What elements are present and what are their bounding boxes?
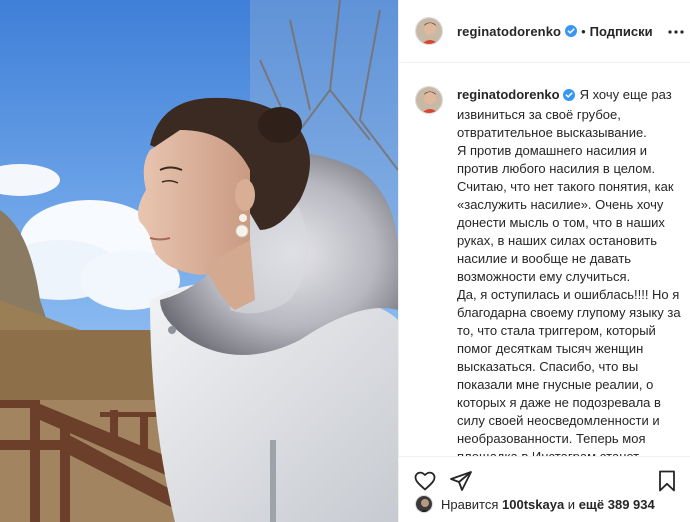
likes-summary[interactable]: Нравится 100tskaya и ещё 389 934 <box>415 494 655 514</box>
photo-woman-in-fur-hood <box>0 0 398 522</box>
following-button[interactable]: Подписки <box>590 24 653 39</box>
paper-plane-icon[interactable] <box>449 469 473 493</box>
verified-badge-icon <box>562 88 575 106</box>
likes-connector: и <box>567 496 576 512</box>
liker-avatar <box>415 495 433 513</box>
verified-badge-icon <box>565 25 578 37</box>
caption-avatar-image <box>416 87 442 113</box>
author-avatar[interactable] <box>415 17 443 45</box>
post-photo[interactable] <box>0 0 398 522</box>
likes-count[interactable]: ещё 389 934 <box>579 497 655 512</box>
heart-icon[interactable] <box>413 469 437 493</box>
liker-username[interactable]: 100tskaya <box>502 497 564 512</box>
post-header: reginatodorenko • Подписки <box>399 0 690 63</box>
bookmark-icon[interactable] <box>655 469 679 493</box>
caption-area: reginatodorenko Я хочу еще раз извиниться… <box>399 64 690 456</box>
caption-username[interactable]: reginatodorenko <box>457 87 560 102</box>
post-caption: reginatodorenko Я хочу еще раз извиниться… <box>457 86 683 456</box>
caption-author-avatar[interactable] <box>415 86 443 114</box>
likes-prefix: Нравится <box>441 496 499 512</box>
post-side-panel: reginatodorenko • Подписки reginatodoren… <box>398 0 690 522</box>
author-username[interactable]: reginatodorenko <box>457 24 561 39</box>
caption-text: Я хочу еще раз извиниться за своё грубое… <box>457 87 681 456</box>
header-separator: • <box>581 23 586 39</box>
instagram-post: reginatodorenko • Подписки reginatodoren… <box>0 0 690 522</box>
author-avatar-image <box>416 18 442 44</box>
more-options-icon[interactable] <box>667 24 685 40</box>
